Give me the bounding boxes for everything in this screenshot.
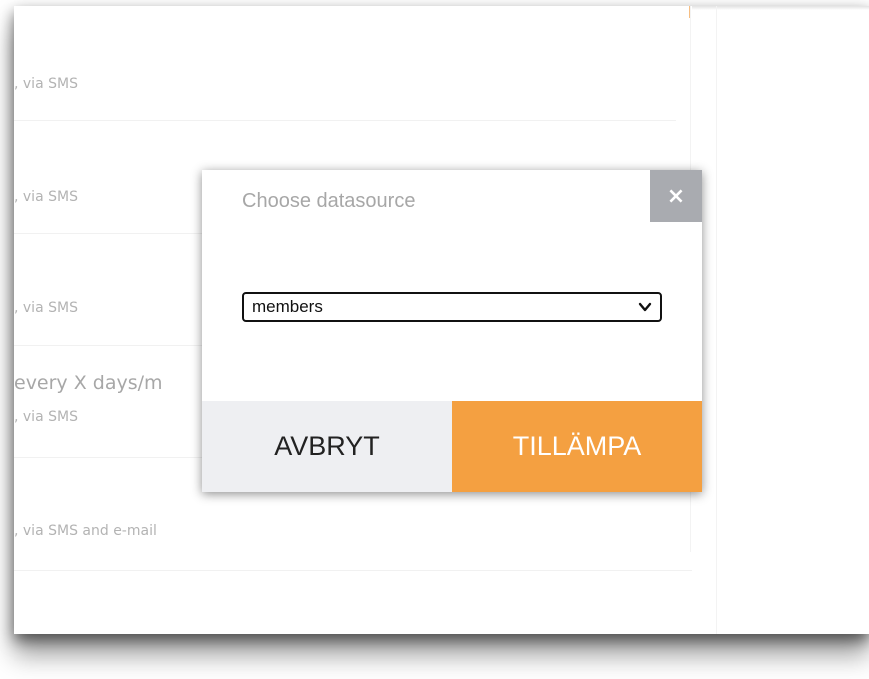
choose-datasource-dialog: Choose datasource × members AVBRYT TILLÄ… (202, 170, 702, 492)
screenshot-frame: , via SMS , via SMS , via SMS every X da… (0, 0, 869, 679)
chevron-down-icon (638, 302, 652, 312)
datasource-select[interactable]: members (242, 292, 662, 322)
apply-button[interactable]: TILLÄMPA (452, 401, 702, 492)
datasource-select-value: members (252, 297, 323, 316)
close-button[interactable]: × (650, 170, 702, 222)
dialog-title: Choose datasource (242, 190, 416, 212)
apply-button-label: TILLÄMPA (512, 431, 642, 461)
app-window: , via SMS , via SMS , via SMS every X da… (14, 6, 869, 634)
cancel-button[interactable]: AVBRYT (202, 401, 452, 492)
close-icon: × (666, 183, 686, 209)
cancel-button-label: AVBRYT (274, 431, 380, 461)
